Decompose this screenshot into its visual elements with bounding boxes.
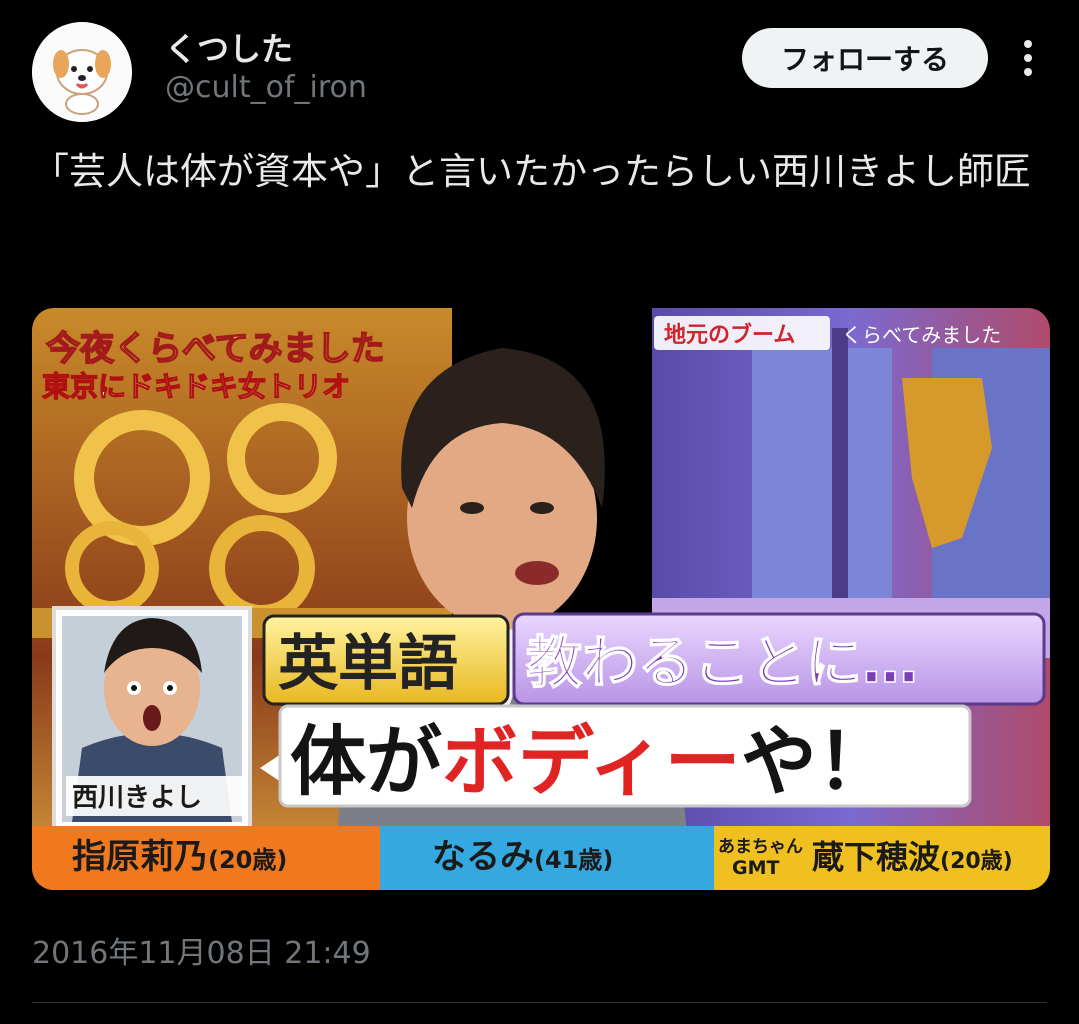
avatar[interactable] — [32, 22, 132, 122]
tweet-image[interactable]: 今夜くらべてみました 東京にドキドキ女トリオ 地元のブーム くらべてみました 西… — [32, 308, 1050, 890]
user-handle[interactable]: @cult_of_iron — [165, 70, 367, 105]
caption-word-english: 英単語 — [278, 629, 458, 699]
corner-tag: 地元のブーム — [664, 322, 795, 348]
tweet-text: 「芸人は体が資本や」と言いたかったらしい西川きよし師匠 — [32, 150, 1031, 193]
dog-icon — [32, 22, 132, 122]
quote-part-ya: や！ — [741, 717, 893, 806]
display-name[interactable]: くつした — [165, 24, 293, 70]
name-right-text: 蔵下穂波 — [812, 838, 940, 876]
caption-word-taught: 教わることに… — [526, 631, 918, 696]
follow-button[interactable]: フォローする — [742, 28, 988, 88]
corner-subtitle: くらべてみました — [842, 323, 1001, 347]
name-middle-text: なるみ — [432, 837, 534, 877]
age-left: (20歳) — [208, 846, 287, 874]
quote-part-body-english: ボディー — [442, 717, 741, 806]
show-logo-title: 今夜くらべてみました — [46, 329, 385, 369]
show-logo-subtitle: 東京にドキドキ女トリオ — [42, 370, 350, 403]
quote-part-body: 体が — [290, 717, 442, 806]
more-vertical-icon — [1024, 40, 1032, 76]
name-left-text: 指原莉乃 — [72, 837, 208, 877]
age-middle: (41歳) — [534, 846, 613, 874]
tv-screenshot: 今夜くらべてみました 東京にドキドキ女トリオ 地元のブーム くらべてみました 西… — [32, 308, 1050, 890]
divider — [32, 1002, 1047, 1003]
inset-name-label: 西川きよし — [72, 783, 202, 813]
name-right-prefix-2: GMT — [732, 857, 780, 879]
name-right-prefix-1: あまちゃん — [718, 837, 803, 857]
tweet-timestamp[interactable]: 2016年11月08日 21:49 — [32, 928, 371, 972]
more-options-button[interactable] — [1012, 38, 1044, 78]
quote-caption: 体がボディーや！ — [290, 717, 893, 806]
age-right: (20歳) — [940, 849, 1013, 874]
